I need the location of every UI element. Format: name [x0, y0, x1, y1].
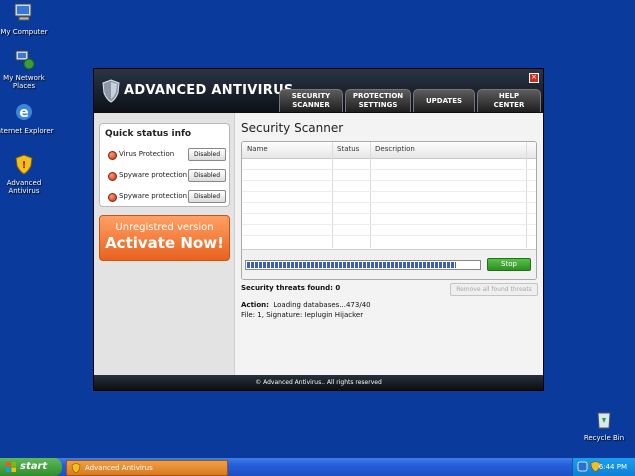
- tab-label-line2: SCANNER: [292, 101, 330, 109]
- start-label: start: [20, 461, 48, 472]
- column-divider: [332, 142, 333, 248]
- network-places-icon: [15, 50, 35, 70]
- column-header-status[interactable]: Status: [337, 145, 359, 153]
- windows-flag-icon: [6, 462, 16, 472]
- row-divider: [242, 169, 536, 170]
- antivirus-window: ADVANCED ANTIVIRUS × SECURITY SCANNER PRO…: [94, 69, 543, 390]
- quick-status-panel: Quick status info Virus Protection Disab…: [99, 123, 230, 207]
- taskbar-item-label: Advanced Antivirus: [85, 464, 153, 472]
- svg-text:e: e: [19, 105, 29, 121]
- tab-label-line2: SETTINGS: [358, 101, 398, 109]
- internet-explorer-icon: e: [16, 104, 32, 121]
- file-signature-status: File: 1, Signature: Ieplugin Hijacker: [241, 311, 364, 319]
- tab-label-line1: SECURITY: [291, 92, 331, 100]
- progress-area: Stop: [242, 249, 536, 279]
- disabled-button[interactable]: Disabled: [188, 190, 226, 203]
- disabled-button[interactable]: Disabled: [188, 148, 226, 161]
- scanner-panel: Security Scanner Name Status Description: [241, 113, 539, 375]
- clock[interactable]: 6:44 PM: [599, 458, 627, 476]
- row-divider: [242, 213, 536, 214]
- stop-button[interactable]: Stop: [487, 258, 531, 271]
- sidebar: Quick status info Virus Protection Disab…: [94, 113, 235, 375]
- column-divider: [526, 142, 527, 248]
- my-computer-icon: [14, 3, 32, 21]
- desktop-icon-label: Advanced Antivirus: [6, 179, 42, 195]
- threats-table: Name Status Description Stop: [241, 141, 537, 280]
- page-title: Security Scanner: [241, 121, 344, 135]
- tab-label-line1: UPDATES: [425, 96, 463, 105]
- activate-now-button[interactable]: Unregistred version Activate Now!: [99, 215, 230, 261]
- unregistered-label: Unregistred version: [115, 222, 214, 233]
- remove-threats-button[interactable]: Remove all found threats: [450, 283, 538, 296]
- taskbar-item-advanced-antivirus[interactable]: Advanced Antivirus: [66, 460, 228, 476]
- scan-progress-bar: [245, 260, 481, 270]
- start-button[interactable]: start: [0, 458, 62, 476]
- network-tray-icon[interactable]: [577, 461, 588, 472]
- status-label: Virus Protection: [119, 150, 175, 158]
- column-header-name[interactable]: Name: [247, 145, 268, 153]
- desktop-icon-my-computer[interactable]: My Computer: [0, 2, 54, 36]
- desktop-icon-label: My Computer: [0, 28, 48, 36]
- tab-label-line1: PROTECTION: [352, 92, 404, 100]
- app-title: ADVANCED ANTIVIRUS: [124, 83, 294, 98]
- action-value: Loading databases...473/40: [273, 301, 371, 309]
- tab-help-center[interactable]: HELP CENTER: [477, 89, 541, 112]
- disabled-button[interactable]: Disabled: [188, 169, 226, 182]
- scan-progress-fill: [247, 262, 456, 268]
- desktop-icon-network[interactable]: My Network Places: [0, 48, 54, 90]
- status-row-spyware-protection-2: Spyware protection Disabled: [108, 190, 226, 203]
- window-body: Quick status info Virus Protection Disab…: [94, 113, 543, 375]
- antivirus-shield-icon: [71, 463, 81, 473]
- desktop-icon-label: My Network Places: [3, 74, 45, 90]
- status-red-icon: [108, 172, 117, 181]
- status-label: Spyware protection: [119, 171, 188, 179]
- status-label: Spyware protection: [119, 192, 188, 200]
- tab-label-line1: HELP: [498, 92, 520, 100]
- status-row-spyware-protection: Spyware protection Disabled: [108, 169, 226, 182]
- tab-updates[interactable]: UPDATES: [413, 89, 475, 112]
- status-panel-title: Quick status info: [105, 129, 192, 139]
- action-status: Action: Loading databases...473/40: [241, 301, 371, 309]
- threats-found-label: Security threats found: 0: [241, 284, 341, 292]
- desktop-icon-label: Recycle Bin: [583, 434, 625, 442]
- taskbar: start Advanced Antivirus 6:44 PM: [0, 458, 635, 476]
- desktop-icon-recycle-bin[interactable]: Recycle Bin: [574, 408, 634, 442]
- system-tray: 6:44 PM: [572, 458, 635, 476]
- tab-protection-settings[interactable]: PROTECTION SETTINGS: [345, 89, 411, 112]
- column-divider: [370, 142, 371, 248]
- antivirus-shield-icon: !: [15, 154, 33, 175]
- svg-text:!: !: [22, 160, 27, 171]
- desktop-icon-label: Internet Explorer: [0, 127, 54, 135]
- close-icon[interactable]: ×: [529, 73, 539, 83]
- desktop-icon-antivirus[interactable]: ! Advanced Antivirus: [0, 153, 54, 195]
- window-header: ADVANCED ANTIVIRUS × SECURITY SCANNER PRO…: [94, 69, 543, 113]
- status-red-icon: [108, 193, 117, 202]
- row-divider: [242, 180, 536, 181]
- status-red-icon: [108, 151, 117, 160]
- row-divider: [242, 235, 536, 236]
- row-divider: [242, 202, 536, 203]
- recycle-bin-icon: [597, 412, 611, 429]
- status-row-virus-protection: Virus Protection Disabled: [108, 148, 226, 161]
- row-divider: [242, 191, 536, 192]
- activate-label: Activate Now!: [105, 234, 224, 252]
- row-divider: [242, 224, 536, 225]
- tab-security-scanner[interactable]: SECURITY SCANNER: [279, 89, 343, 112]
- tab-label-line2: CENTER: [493, 101, 525, 109]
- desktop-icon-ie[interactable]: e Internet Explorer: [0, 101, 54, 135]
- column-header-description[interactable]: Description: [375, 145, 415, 153]
- action-label: Action:: [241, 301, 269, 309]
- table-header: Name Status Description: [242, 142, 536, 159]
- shield-logo-icon: [102, 79, 120, 103]
- window-footer: © Advanced Antivirus.. All rights reserv…: [94, 375, 543, 390]
